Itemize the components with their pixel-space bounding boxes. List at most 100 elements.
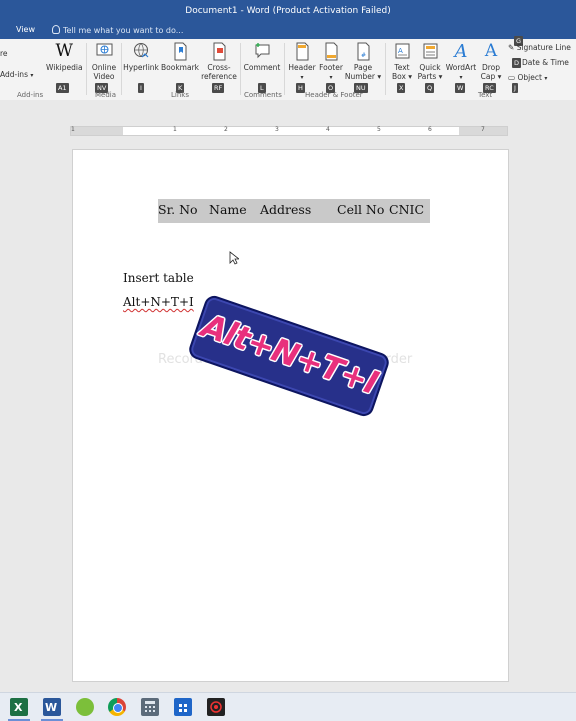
word-icon[interactable]: W <box>41 698 63 721</box>
keytip-x: X <box>397 83 406 93</box>
wordart-button[interactable]: A WordArt ▾ <box>444 42 478 82</box>
text-box-button[interactable]: A Text Box ▾ <box>388 42 416 81</box>
group-separator <box>385 43 386 95</box>
table-header-name[interactable]: Name <box>209 202 247 217</box>
recorder-icon[interactable] <box>207 698 225 716</box>
app-green-icon[interactable] <box>76 698 94 716</box>
drop-cap-button[interactable]: A Drop Cap ▾ <box>478 41 504 82</box>
comment-icon <box>254 42 271 61</box>
get-addins-button[interactable]: re <box>0 49 8 58</box>
cross-reference-label: Cross-reference <box>201 63 237 81</box>
chevron-down-icon: ▾ <box>300 74 304 81</box>
footer-icon <box>323 42 340 61</box>
wordart-icon: A <box>454 41 468 62</box>
group-label-addins: Add-ins <box>17 91 44 99</box>
footer-label: Footer <box>319 63 343 72</box>
object-button[interactable]: ▭ Object ▾ <box>508 73 547 82</box>
keytip-h: H <box>296 83 305 93</box>
object-icon: ▭ <box>508 73 516 82</box>
keytip-j: J <box>512 83 518 93</box>
wordart-label: WordArt <box>445 63 477 72</box>
cross-reference-icon <box>211 42 228 61</box>
lightbulb-icon <box>52 25 60 34</box>
cross-reference-button[interactable]: Cross-reference <box>200 42 238 81</box>
comment-button[interactable]: Comment <box>242 42 282 72</box>
footer-button[interactable]: Footer ▾ <box>316 42 346 82</box>
chevron-down-icon: ▾ <box>30 72 34 79</box>
taskbar: X W <box>0 692 576 721</box>
ruler-mark: 7 <box>481 126 485 133</box>
tab-view[interactable]: View <box>16 25 35 34</box>
signature-icon: ✎ <box>508 43 515 52</box>
hyperlink-label: Hyperlink <box>123 63 159 72</box>
header-icon <box>294 42 311 61</box>
group-label-media: Media <box>95 91 117 99</box>
ribbon-tab-row: View Tell me what you want to do... <box>0 22 576 39</box>
mouse-cursor-icon <box>229 251 239 265</box>
chevron-down-icon: ▾ <box>459 74 463 81</box>
chevron-down-icon: ▾ <box>329 74 333 81</box>
group-label-links: Links <box>171 91 189 99</box>
svg-text:W: W <box>45 701 57 714</box>
ruler-mark: 1 <box>173 126 177 133</box>
tell-me-text: Tell me what you want to do... <box>63 26 184 35</box>
keytip-a1: A1 <box>56 83 69 93</box>
object-label: Object <box>517 73 542 82</box>
table-header-cell-no[interactable]: Cell No <box>337 202 384 217</box>
drop-cap-icon: A <box>484 41 498 61</box>
document-page[interactable]: Sr. No Name Address Cell No CNIC Insert … <box>72 149 509 682</box>
my-addins-button[interactable]: Add-ins ▾ <box>0 70 33 79</box>
title-bar: Document1 - Word (Product Activation Fai… <box>0 0 576 22</box>
my-addins-label: Add-ins <box>0 70 28 79</box>
signature-line-button[interactable]: ✎ Signature Line <box>508 43 571 52</box>
horizontal-ruler[interactable]: 1 1 2 3 4 5 6 7 <box>70 126 508 136</box>
online-video-label: Online Video <box>91 63 117 81</box>
chevron-down-icon: ▾ <box>544 75 548 82</box>
ruler-mark: 3 <box>275 126 279 133</box>
table-header-sr-no[interactable]: Sr. No <box>158 202 198 217</box>
wikipedia-label: Wikipedia <box>46 63 83 72</box>
store-icon[interactable] <box>174 698 192 716</box>
group-label-header-footer: Header & Footer <box>305 91 363 99</box>
ruler-margin-left <box>71 127 123 135</box>
table-header-row[interactable]: Sr. No Name Address Cell No CNIC <box>158 199 430 223</box>
drop-cap-label: Drop Cap ▾ <box>480 63 502 81</box>
svg-text:X: X <box>14 701 23 714</box>
wikipedia-button[interactable]: W Wikipedia <box>46 41 83 73</box>
tell-me-box[interactable]: Tell me what you want to do... <box>52 25 183 35</box>
keytip-q: Q <box>425 83 435 93</box>
group-separator <box>86 43 87 95</box>
bookmark-button[interactable]: Bookmark <box>161 42 199 72</box>
ruler-mark: 1 <box>71 126 75 133</box>
group-label-comments: Comments <box>244 91 282 99</box>
page-number-button[interactable]: # Page Number ▾ <box>344 42 382 81</box>
table-header-cnic[interactable]: CNIC <box>389 202 424 217</box>
group-separator <box>284 43 285 95</box>
excel-icon[interactable]: X <box>8 698 30 721</box>
table-header-address[interactable]: Address <box>260 202 311 217</box>
signature-line-label: Signature Line <box>516 43 571 52</box>
wikipedia-icon: W <box>55 41 73 61</box>
date-time-button[interactable]: Date & Time <box>522 58 569 67</box>
keytip-d: D <box>512 58 522 68</box>
ruler-mark: 2 <box>224 126 228 133</box>
page-number-icon: # <box>355 42 372 61</box>
paragraph-shortcut[interactable]: Alt+N+T+I <box>123 295 194 309</box>
ruler-mark: 5 <box>377 126 381 133</box>
quick-parts-icon <box>422 42 439 61</box>
header-label: Header <box>288 63 316 72</box>
online-video-icon <box>96 42 113 61</box>
paragraph-insert-table[interactable]: Insert table <box>123 271 194 285</box>
quick-parts-label: Quick Parts ▾ <box>417 63 443 81</box>
keytip-i: I <box>138 83 144 93</box>
online-video-button[interactable]: Online Video <box>88 42 120 81</box>
comment-label: Comment <box>243 63 281 72</box>
hyperlink-button[interactable]: Hyperlink <box>122 42 160 72</box>
svg-text:#: # <box>361 52 366 59</box>
quick-parts-button[interactable]: Quick Parts ▾ <box>416 42 444 81</box>
chrome-icon[interactable] <box>108 698 126 716</box>
calculator-icon[interactable] <box>141 698 159 716</box>
group-label-text: Text <box>478 91 493 99</box>
header-button[interactable]: Header ▾ <box>286 42 318 82</box>
text-box-label: Text Box ▾ <box>391 63 413 81</box>
